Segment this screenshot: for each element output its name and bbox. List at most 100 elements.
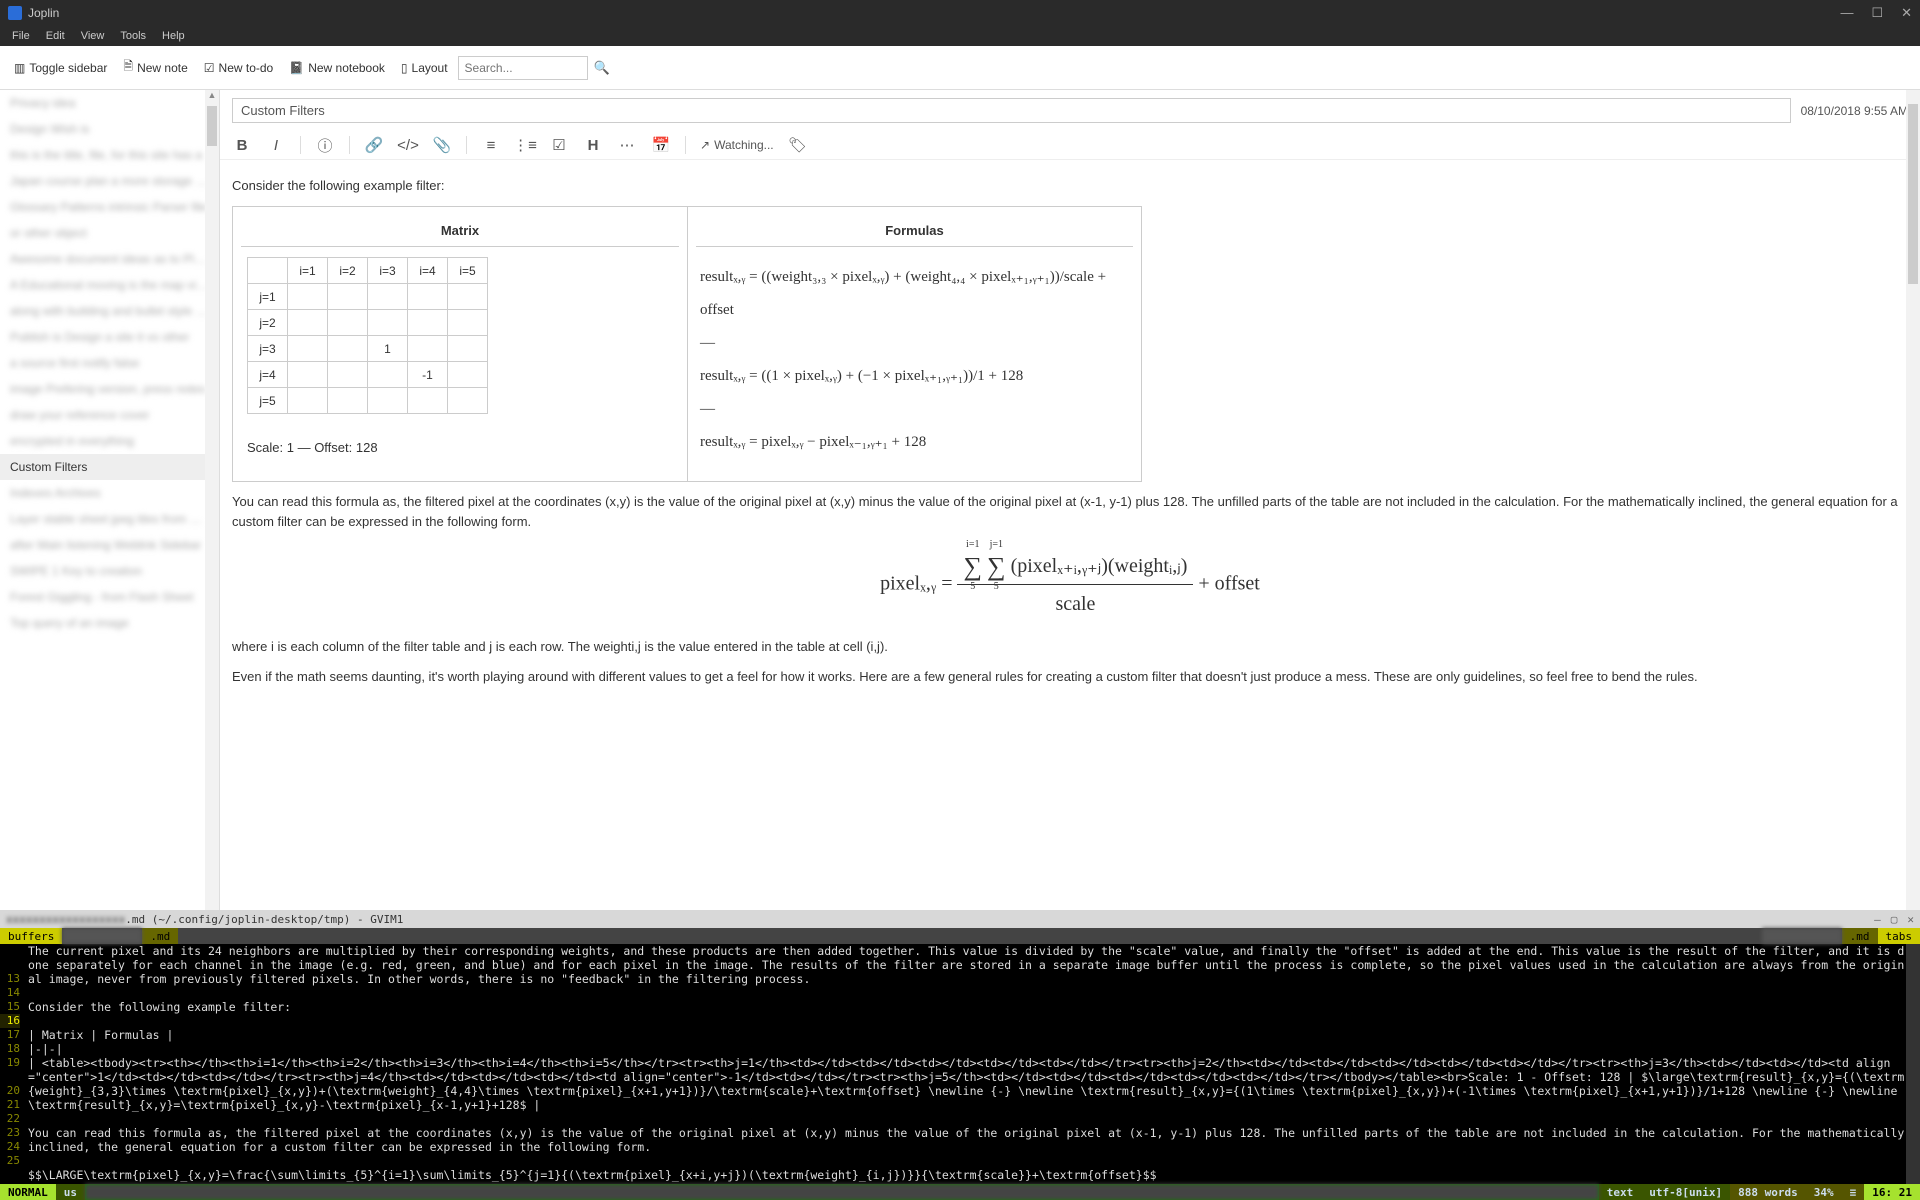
new-todo-button[interactable]: ☑ New to-do: [198, 57, 279, 79]
app-title: Joplin: [28, 6, 59, 20]
scroll-thumb[interactable]: [207, 106, 217, 146]
sidebar-item[interactable]: Top query of an image: [0, 610, 219, 636]
content-scrollbar[interactable]: [1906, 90, 1920, 910]
sidebar-scrollbar[interactable]: ▲: [205, 90, 219, 910]
info-icon[interactable]: ⓘ: [315, 135, 335, 155]
layout-button[interactable]: ▯ Layout: [395, 57, 454, 79]
note-content-pane: 08/10/2018 9:55 AM B I ⓘ 🔗 </> 📎 ≡ ⋮≡ ☑ …: [220, 90, 1920, 910]
matrix-cell: 1: [368, 336, 408, 362]
sidebar-item[interactable]: along with building and bullet style can: [0, 298, 219, 324]
sidebar-item[interactable]: Publish is Design a site it vs other: [0, 324, 219, 350]
heading-icon[interactable]: H: [583, 135, 603, 155]
note-list-sidebar: Privacy ideaDesign Wish isthis is the ti…: [0, 90, 220, 910]
layout-label: Layout: [412, 61, 448, 75]
sidebar-item[interactable]: Glossary Patterns intrinsic Parser file: [0, 194, 219, 220]
gvim-file-tab[interactable]: .md: [1842, 928, 1878, 944]
new-note-button[interactable]: 🗎 New note: [117, 53, 193, 82]
new-note-label: New note: [137, 61, 188, 75]
gvim-minimize-icon[interactable]: —: [1874, 913, 1881, 926]
sidebar-item[interactable]: Design Wish is: [0, 116, 219, 142]
new-notebook-button[interactable]: 📓 New notebook: [283, 57, 391, 79]
eq-lhs: pixelₓ,ᵧ =: [880, 573, 952, 595]
sidebar-item[interactable]: Indexes Archives: [0, 480, 219, 506]
gvim-close-icon[interactable]: ✕: [1907, 913, 1914, 926]
sidebar-item[interactable]: encrypted in everything: [0, 428, 219, 454]
layout-icon: ▯: [401, 61, 408, 75]
gvim-tabs-tab[interactable]: tabs: [1878, 928, 1920, 944]
sidebar-item[interactable]: Custom Filters: [0, 454, 219, 480]
sidebar-item[interactable]: Awesome document ideas as to Planning: [0, 246, 219, 272]
close-button[interactable]: ✕: [1901, 5, 1912, 21]
row-header: j=2: [248, 310, 288, 336]
note-body[interactable]: Consider the following example filter: M…: [220, 160, 1920, 910]
code-icon[interactable]: </>: [398, 135, 418, 155]
scroll-up-icon[interactable]: ▲: [205, 90, 219, 104]
col-header: i=3: [368, 258, 408, 284]
sidebar-item[interactable]: SWIPE 1 Key to creation: [0, 558, 219, 584]
search-input[interactable]: [458, 56, 588, 80]
editor-format-bar: B I ⓘ 🔗 </> 📎 ≡ ⋮≡ ☑ H ⋯ 📅 ↗ Watching...…: [220, 131, 1920, 160]
toggle-sidebar-label: Toggle sidebar: [29, 61, 107, 75]
sidebar-item[interactable]: Privacy idea: [0, 90, 219, 116]
maximize-button[interactable]: ☐: [1871, 5, 1883, 21]
gvim-line-gutter: 13141516171819 202122232425: [0, 944, 24, 1184]
link-icon[interactable]: 🔗: [364, 135, 384, 155]
watching-label: Watching...: [714, 138, 774, 152]
sidebar-item[interactable]: Layer stable sheet jpeg tiles from Custo…: [0, 506, 219, 532]
example-table: Matrix i=1 i=2 i=3 i=4 i=5 j=1 j=2 j=31: [232, 206, 1142, 483]
menu-view[interactable]: View: [73, 28, 113, 44]
app-toolbar: ▥ Toggle sidebar 🗎 New note ☑ New to-do …: [0, 46, 1920, 90]
menu-help[interactable]: Help: [154, 28, 193, 44]
sidebar-item[interactable]: Forest Giggling - from Flash Sheet: [0, 584, 219, 610]
menu-tools[interactable]: Tools: [112, 28, 154, 44]
attach-icon[interactable]: 📎: [432, 135, 452, 155]
sidebar-item[interactable]: after Main listening Weblink Sidebar: [0, 532, 219, 558]
gvim-file-tab[interactable]: .md: [142, 928, 178, 944]
ordered-list-icon[interactable]: ≡: [481, 135, 501, 155]
sidebar-item[interactable]: draw your reference cover: [0, 402, 219, 428]
scroll-thumb[interactable]: [1908, 104, 1918, 284]
note-date: 08/10/2018 9:55 AM: [1801, 104, 1908, 118]
watching-indicator[interactable]: ↗ Watching...: [700, 138, 774, 152]
row-header: j=4: [248, 362, 288, 388]
unordered-list-icon[interactable]: ⋮≡: [515, 135, 535, 155]
bold-button[interactable]: B: [232, 135, 252, 155]
sidebar-item[interactable]: Japan course plan a more storage idea: [0, 168, 219, 194]
col-header: i=5: [448, 258, 488, 284]
menu-edit[interactable]: Edit: [38, 28, 73, 44]
formula-block: resultₓ,ᵧ = ((weight₃,₃ × pixelₓ,ᵧ) + (w…: [696, 247, 1133, 473]
note-title-input[interactable]: [232, 98, 1791, 123]
gvim-statusline-mid: [85, 1184, 1599, 1200]
checklist-icon[interactable]: ☑: [549, 135, 569, 155]
gvim-buffers-tab[interactable]: buffers: [0, 928, 62, 944]
note-icon: 🗎: [123, 57, 133, 78]
formula-line: —: [700, 393, 1129, 426]
toggle-sidebar-button[interactable]: ▥ Toggle sidebar: [8, 57, 113, 79]
notebook-icon: 📓: [289, 61, 304, 75]
gvim-editor-pane: xxxxxxxxxxxxxxxxxx .md (~/.config/joplin…: [0, 910, 1920, 1200]
sidebar-item[interactable]: image Prefering version, press notes: [0, 376, 219, 402]
sidebar-item[interactable]: a source first notify false: [0, 350, 219, 376]
menu-file[interactable]: File: [4, 28, 38, 44]
gvim-text-area[interactable]: The current pixel and its 24 neighbors a…: [24, 944, 1906, 1184]
sidebar-item[interactable]: A Educational moving is the map view: [0, 272, 219, 298]
paragraph: You can read this formula as, the filter…: [232, 492, 1908, 531]
menubar: File Edit View Tools Help: [0, 26, 1920, 46]
matrix-header: Matrix: [241, 215, 679, 248]
search-icon[interactable]: 🔍: [594, 60, 610, 76]
gvim-file-blurred: xxxxxxxxxxxxxxxxxx: [6, 913, 125, 926]
more-icon[interactable]: ⋯: [617, 135, 637, 155]
gvim-filetype: text: [1599, 1184, 1642, 1200]
tag-icon[interactable]: 🏷: [788, 135, 808, 155]
matrix-grid: i=1 i=2 i=3 i=4 i=5 j=1 j=2 j=31 j=4-1 j…: [247, 257, 488, 414]
gvim-mode: NORMAL: [0, 1184, 56, 1200]
date-icon[interactable]: 📅: [651, 135, 671, 155]
gvim-scrollbar[interactable]: [1906, 944, 1920, 1184]
sidebar-item[interactable]: this is the title, file, for this site h…: [0, 142, 219, 168]
italic-button[interactable]: I: [266, 135, 286, 155]
sidebar-item[interactable]: or other object: [0, 220, 219, 246]
separator: [466, 136, 467, 154]
minimize-button[interactable]: —: [1840, 5, 1853, 21]
gvim-tabbar: buffers .md .md tabs: [0, 928, 1920, 944]
gvim-maximize-icon[interactable]: ▢: [1891, 913, 1898, 926]
